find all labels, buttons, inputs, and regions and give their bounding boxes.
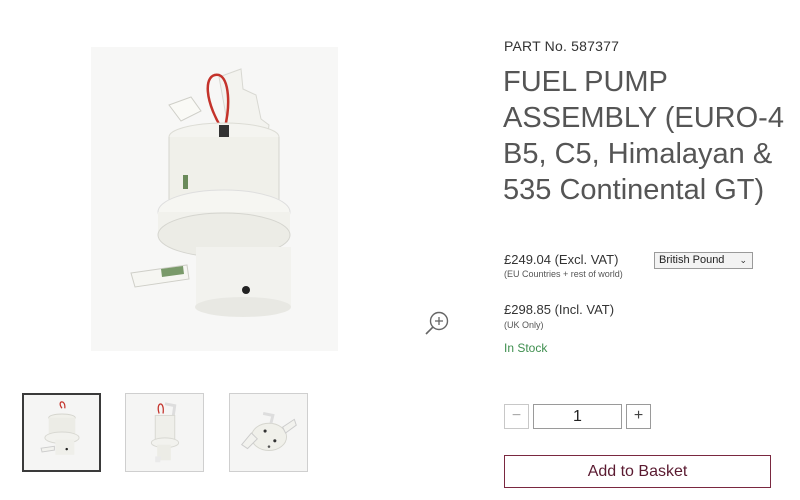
price-excl-vat-note: (EU Countries + rest of world) bbox=[504, 269, 623, 279]
price-excl-vat: £249.04 (Excl. VAT) bbox=[504, 252, 619, 267]
fuel-pump-image bbox=[91, 47, 338, 351]
currency-select[interactable]: British Pound ⌄ bbox=[654, 252, 753, 269]
thumbnail-1[interactable] bbox=[22, 393, 101, 472]
main-product-image[interactable] bbox=[91, 47, 338, 351]
part-number: PART No. 587377 bbox=[504, 38, 620, 54]
price-incl-vat-note: (UK Only) bbox=[504, 320, 544, 330]
stock-status: In Stock bbox=[504, 341, 548, 355]
quantity-decrement-button[interactable]: − bbox=[504, 404, 529, 429]
product-title: FUEL PUMP ASSEMBLY (EURO-4 B5, C5, Himal… bbox=[503, 66, 784, 206]
quantity-increment-button[interactable]: + bbox=[626, 404, 651, 429]
quantity-input[interactable] bbox=[533, 404, 622, 429]
thumbnail-3[interactable] bbox=[229, 393, 308, 472]
chevron-down-icon: ⌄ bbox=[739, 255, 747, 265]
add-to-basket-button[interactable]: Add to Basket bbox=[504, 455, 771, 488]
price-incl-vat: £298.85 (Incl. VAT) bbox=[504, 302, 615, 317]
zoom-in-icon[interactable] bbox=[424, 309, 452, 337]
thumbnail-2[interactable] bbox=[125, 393, 204, 472]
currency-selected-label: British Pound bbox=[659, 254, 725, 266]
